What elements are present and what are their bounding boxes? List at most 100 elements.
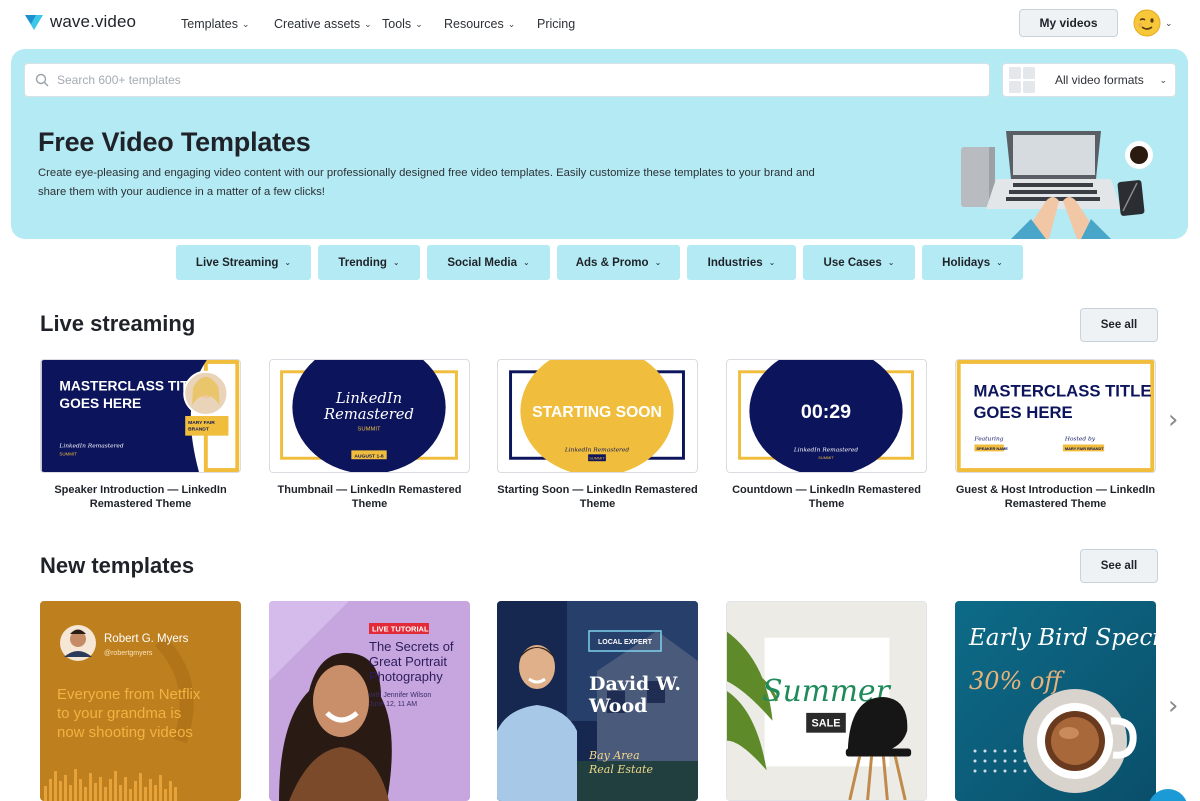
menu-pricing[interactable]: Pricing [537,17,575,31]
template-card[interactable]: Early Bird Special 30% off [955,601,1156,801]
thumb-quote: Everyone from Netflix to your grandma is… [57,686,205,741]
my-videos-button[interactable]: My videos [1019,9,1118,37]
top-navigation: wave.video Templates ⌄ Creative assets ⌄ T… [0,0,1200,48]
section-title-new-templates: New templates [40,553,195,578]
logo[interactable]: wave.video [24,12,136,32]
hero-banner: All video formats ⌄ Free Video Templates… [11,49,1188,239]
thumb-hosted-by: Hosted by [1064,437,1096,443]
category-use-cases[interactable]: Use Cases ⌄ [803,245,915,280]
template-thumbnail: LOCAL EXPERT David W. Wood Bay Area Real… [497,601,698,801]
template-card[interactable]: MASTERCLASS TITLE GOES HERE Featuring Ho… [955,359,1156,519]
logo-text: wave.video [50,12,137,31]
template-card[interactable]: LIVE TUTORIAL The Secrets of Great Portr… [269,601,470,801]
template-thumbnail: MASTERCLASS TITLE GOES HERE Featuring Ho… [955,359,1156,473]
chevron-down-icon: ⌄ [415,18,423,29]
template-caption: Thumbnail — LinkedIn Remastered Theme [277,484,462,510]
thumb-script: LinkedIn Remastered [58,443,123,449]
see-all-new-templates-button[interactable]: See all [1080,549,1158,583]
category-trending[interactable]: Trending ⌄ [318,245,420,280]
menu-tools[interactable]: Tools ⌄ [382,17,444,31]
template-thumbnail: Summer SALE [726,601,927,801]
thumb-timer: 00:29 [801,401,851,423]
category-industries[interactable]: Industries ⌄ [687,245,796,280]
menu-templates[interactable]: Templates ⌄ [181,17,274,31]
section-title-live-streaming: Live streaming [40,311,196,336]
chevron-down-icon: ⌄ [507,18,516,29]
template-thumbnail: Robert G. Myers @robertgmyers Everyone f… [40,601,241,801]
template-card[interactable]: 00:29 LinkedIn Remastered SUMMIT Countdo… [726,359,927,519]
chevron-down-icon: ⌄ [364,18,372,29]
thumb-date-tag: AUGUST 1-6 [354,453,383,459]
thumb-headline: STARTING SOON [532,404,662,421]
chevron-down-icon: ⌄ [654,258,662,267]
thumb-headline-2: GOES HERE [59,396,141,411]
thumb-script-1: LinkedIn [335,390,402,407]
template-card[interactable]: Summer SALE [726,601,927,801]
menu-label: Resources [444,17,504,31]
wave-logo-icon [25,15,43,30]
thumb-host-tag: MARY FAIR BRANDT [1065,446,1104,451]
thumb-badge: LOCAL EXPERT [598,639,653,646]
menu-creative-assets[interactable]: Creative assets ⌄ [274,17,382,31]
format-grid-icon [1009,67,1035,93]
see-all-live-streaming-button[interactable]: See all [1080,308,1158,342]
category-label: Industries [707,256,763,269]
page-title: Free Video Templates [38,127,311,157]
thumb-small-text: SUMMIT [589,456,605,461]
template-card[interactable]: MASTERCLASS TITLE GOES HERE MARY FAIR BR… [40,359,241,519]
category-filter-bar: Live Streaming ⌄ Trending ⌄ Social Media ⌄ … [176,245,1023,280]
thumb-author-handle: @robertgmyers [104,650,153,657]
menu-label: Templates [181,17,238,31]
chevron-down-icon: ⌄ [241,18,250,29]
thumb-small-text: SUMMIT [357,427,381,433]
thumb-small-text: SUMMIT [818,455,834,460]
thumb-small-text: SUMMIT [59,451,77,456]
category-live-streaming[interactable]: Live Streaming ⌄ [176,245,311,280]
thumb-name-1: David W. [589,673,681,695]
thumb-name-2: Wood [588,695,647,717]
template-card[interactable]: Robert G. Myers @robertgmyers Everyone f… [40,601,241,801]
main-menu: Templates ⌄ Creative assets ⌄ Tools ⌄ Resou… [181,17,575,31]
category-social-media[interactable]: Social Media ⌄ [427,245,550,280]
thumb-offer: 30% off [969,667,1065,695]
chevron-down-icon: ⌄ [1165,17,1173,28]
thumb-sub-2: Real Estate [588,763,653,776]
template-caption: Guest & Host Introduction — LinkedIn Rem… [955,484,1156,510]
category-label: Social Media [447,256,517,269]
thumb-speaker-tag: SPEAKER NAME [976,446,1008,451]
category-label: Use Cases [823,256,882,269]
thumb-date: June 12, 11 AM [369,701,417,708]
menu-resources[interactable]: Resources ⌄ [444,17,537,31]
search-input[interactable] [57,73,989,87]
menu-label: Pricing [537,17,576,31]
chevron-down-icon: ⌄ [1159,74,1167,85]
thumb-headline-2: GOES HERE [973,403,1072,422]
template-caption: Starting Soon — LinkedIn Remastered Them… [497,484,698,510]
video-format-select[interactable]: All video formats ⌄ [1002,63,1176,97]
template-thumbnail: Early Bird Special 30% off [955,601,1156,801]
thumb-headline-1: MASTERCLASS TITLE [973,381,1151,400]
search-bar[interactable] [24,63,990,97]
template-thumbnail: LIVE TUTORIAL The Secrets of Great Portr… [269,601,470,801]
chevron-right-icon[interactable]: › [1168,691,1178,721]
thumb-script: Early Bird Special [968,625,1156,651]
template-card[interactable]: LinkedIn Remastered SUMMIT AUGUST 1-6 Th… [269,359,470,519]
template-card[interactable]: STARTING SOON LinkedIn Remastered SUMMIT… [497,359,698,519]
laptop-desk-illustration [961,131,1153,239]
template-card[interactable]: LOCAL EXPERT David W. Wood Bay Area Real… [497,601,698,801]
chevron-right-icon[interactable]: › [1168,405,1178,435]
thumb-script: LinkedIn Remastered [564,447,629,453]
user-avatar-menu[interactable]: ⌄ [1133,9,1173,37]
thumb-script-2: Remastered [323,406,414,423]
chevron-down-icon: ⌄ [284,258,292,267]
format-select-value: All video formats [1055,73,1144,87]
thumb-featuring: Featuring [973,437,1003,443]
category-holidays[interactable]: Holidays ⌄ [922,245,1023,280]
template-thumbnail: MASTERCLASS TITLE GOES HERE MARY FAIR BR… [40,359,241,473]
winking-face-emoji-icon [1133,9,1161,37]
category-label: Live Streaming [195,256,279,269]
thumb-badge: LIVE TUTORIAL [372,625,429,634]
category-ads-promo[interactable]: Ads & Promo ⌄ [557,245,680,280]
chevron-down-icon: ⌄ [996,258,1003,267]
template-thumbnail: 00:29 LinkedIn Remastered SUMMIT [726,359,927,473]
